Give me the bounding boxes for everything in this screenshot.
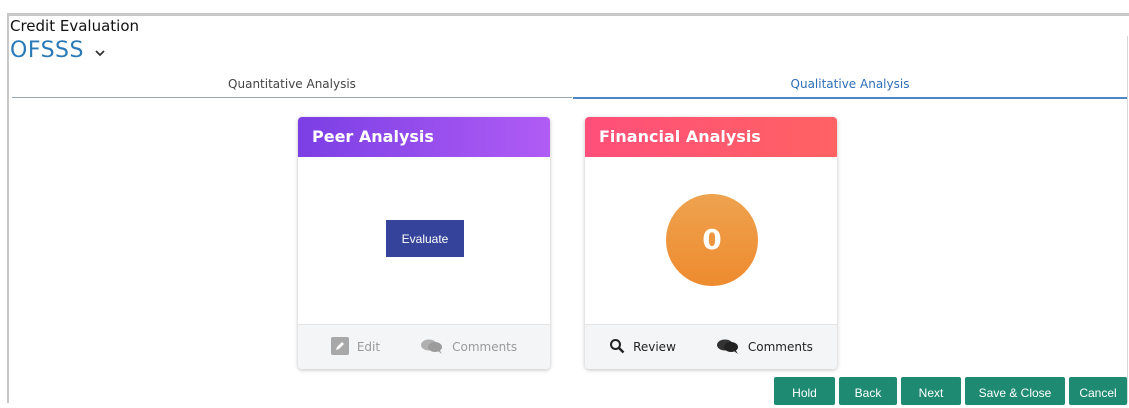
frame-right-border	[1127, 36, 1128, 403]
save-close-button[interactable]: Save & Close	[965, 377, 1065, 405]
peer-comments-label: Comments	[452, 340, 518, 354]
peer-analysis-card: Peer Analysis Evaluate Edit Comments	[298, 117, 550, 369]
frame-top-border	[7, 13, 1129, 16]
cancel-button[interactable]: Cancel	[1069, 377, 1127, 405]
financial-comments-label: Comments	[747, 340, 813, 354]
peer-analysis-body: Evaluate	[298, 157, 550, 325]
analysis-tabs: Quantitative Analysis Qualitative Analys…	[12, 72, 1127, 99]
tab-qualitative-analysis[interactable]: Qualitative Analysis	[573, 72, 1127, 99]
comments-icon	[716, 338, 740, 357]
next-button[interactable]: Next	[901, 377, 961, 405]
financial-analysis-card: Financial Analysis 0 Review Comments	[585, 117, 837, 369]
search-icon	[609, 338, 625, 357]
financial-analysis-title: Financial Analysis	[585, 117, 837, 157]
comments-icon	[420, 338, 444, 357]
app-selector[interactable]: OFSSS	[10, 38, 106, 63]
app-name: OFSSS	[10, 38, 84, 63]
financial-comments-action[interactable]: Comments	[716, 338, 813, 357]
edit-icon	[330, 336, 349, 358]
tab-quantitative-analysis[interactable]: Quantitative Analysis	[12, 72, 572, 98]
financial-analysis-footer: Review Comments	[585, 324, 837, 369]
evaluate-button[interactable]: Evaluate	[386, 220, 464, 257]
page-title: Credit Evaluation	[10, 17, 140, 35]
review-action[interactable]: Review	[609, 338, 676, 357]
chevron-down-icon[interactable]	[94, 38, 106, 63]
financial-score-badge: 0	[666, 194, 758, 286]
edit-action[interactable]: Edit	[330, 336, 381, 358]
edit-label: Edit	[356, 340, 381, 354]
hold-button[interactable]: Hold	[774, 377, 835, 405]
review-label: Review	[633, 340, 676, 354]
financial-analysis-body: 0	[585, 157, 837, 325]
back-button[interactable]: Back	[839, 377, 897, 405]
peer-comments-action[interactable]: Comments	[420, 338, 517, 357]
peer-analysis-title: Peer Analysis	[298, 117, 550, 157]
frame-left-border	[7, 13, 9, 403]
peer-analysis-footer: Edit Comments	[298, 324, 550, 369]
